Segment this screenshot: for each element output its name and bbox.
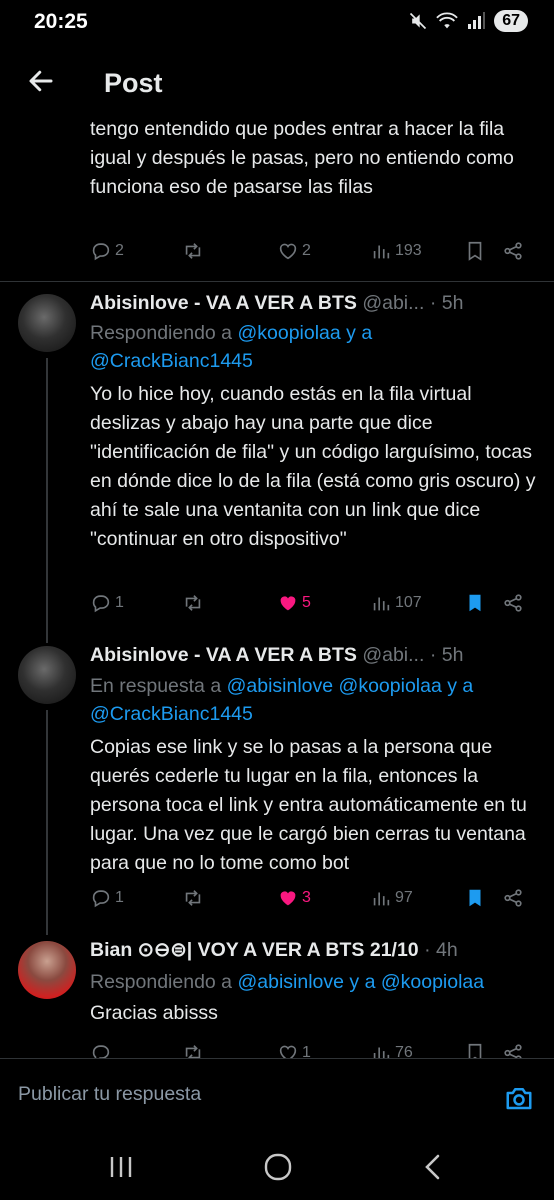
camera-icon[interactable] bbox=[504, 1083, 534, 1113]
tweet-text: Copias ese link y se lo pasas a la perso… bbox=[90, 736, 527, 874]
share-button[interactable] bbox=[502, 592, 524, 614]
signal-icon bbox=[468, 12, 486, 29]
like-button[interactable]: 3 bbox=[277, 887, 311, 909]
share-button[interactable] bbox=[502, 240, 524, 262]
reply-icon bbox=[92, 890, 110, 908]
views-button[interactable]: 97 bbox=[370, 887, 413, 909]
share-icon bbox=[504, 889, 522, 907]
repost-icon bbox=[185, 890, 201, 906]
repost-button[interactable] bbox=[182, 240, 204, 262]
avatar[interactable] bbox=[18, 941, 76, 999]
views-icon bbox=[373, 892, 390, 906]
reply-context: Respondiendo a @koopiolaa y a @CrackBian… bbox=[90, 319, 530, 375]
reply-input[interactable]: Publicar tu respuesta bbox=[18, 1083, 201, 1106]
tweet-text: Yo lo hice hoy, cuando estás en la fila … bbox=[90, 383, 536, 550]
tweet-author-line: Abisinlove - VA A VER A BTS @abi... · 5h bbox=[90, 642, 530, 668]
battery-indicator: 67 bbox=[494, 10, 528, 32]
share-icon bbox=[504, 242, 522, 260]
tweet-author-line: Bian ⊙⊖⊜| VOY A VER A BTS 21/10 · 4h bbox=[90, 937, 530, 963]
system-navigation-bar bbox=[0, 1134, 554, 1200]
avatar[interactable] bbox=[18, 646, 76, 704]
author-handle: @abi... bbox=[362, 644, 425, 666]
reply-count: 1 bbox=[115, 594, 124, 611]
heart-filled-icon bbox=[280, 596, 296, 611]
views-button[interactable]: 193 bbox=[370, 240, 422, 262]
tweet-actions: 1 5 107 bbox=[90, 592, 530, 620]
reply-icon bbox=[92, 595, 110, 613]
status-icons: 67 bbox=[408, 10, 528, 32]
tweet-author-line: Abisinlove - VA A VER A BTS @abi... · 5h bbox=[90, 290, 530, 316]
bookmark-filled-icon bbox=[469, 889, 481, 907]
share-button[interactable] bbox=[502, 887, 524, 909]
top-app-bar: Post bbox=[0, 50, 554, 116]
author-name[interactable]: Abisinlove - VA A VER A BTS bbox=[90, 292, 357, 314]
reply-count: 2 bbox=[115, 242, 124, 259]
tweet-actions: 2 2 193 bbox=[90, 240, 530, 268]
tweet-actions: 1 3 97 bbox=[90, 887, 530, 915]
reply-prefix: En respuesta a bbox=[90, 675, 222, 697]
views-count: 97 bbox=[395, 889, 413, 906]
reply-context: En respuesta a @abisinlove @koopiolaa y … bbox=[90, 672, 530, 728]
reply-prefix: Respondiendo a bbox=[90, 971, 233, 993]
wifi-icon bbox=[436, 12, 458, 29]
reply-mentions[interactable]: @abisinlove y a @koopiolaa bbox=[237, 971, 484, 993]
views-button[interactable]: 107 bbox=[370, 592, 422, 614]
repost-icon bbox=[185, 243, 201, 259]
reply-composer-bar: Publicar tu respuesta bbox=[0, 1058, 554, 1135]
reply-button[interactable]: 1 bbox=[90, 592, 124, 614]
share-icon bbox=[504, 594, 522, 612]
repost-button[interactable] bbox=[182, 887, 204, 909]
thread-line bbox=[46, 710, 48, 935]
like-count: 2 bbox=[302, 242, 311, 259]
bookmark-icon bbox=[468, 241, 482, 261]
views-count: 193 bbox=[395, 242, 422, 259]
tweet-text: Gracias abisss bbox=[90, 1002, 218, 1024]
reply-count: 1 bbox=[115, 889, 124, 906]
heart-icon bbox=[279, 243, 297, 260]
mute-icon bbox=[410, 12, 427, 30]
repost-icon bbox=[185, 595, 201, 611]
status-time: 20:25 bbox=[34, 10, 88, 33]
like-count: 3 bbox=[302, 889, 311, 906]
repost-button[interactable] bbox=[182, 592, 204, 614]
tweet-time: · 5h bbox=[429, 644, 464, 666]
tweet-text: tengo entendido que podes entrar a hacer… bbox=[90, 118, 514, 198]
like-count: 5 bbox=[302, 594, 311, 611]
recent-apps-icon[interactable] bbox=[108, 1154, 136, 1180]
like-button[interactable]: 5 bbox=[277, 592, 311, 614]
bookmark-button[interactable] bbox=[464, 887, 486, 909]
author-name[interactable]: Bian ⊙⊖⊜| VOY A VER A BTS 21/10 bbox=[90, 939, 419, 961]
reply-context: Respondiendo a @abisinlove y a @koopiola… bbox=[90, 968, 540, 996]
thread-line bbox=[46, 358, 48, 643]
bookmark-button[interactable] bbox=[464, 592, 486, 614]
bookmark-button[interactable] bbox=[464, 240, 486, 262]
like-button[interactable]: 2 bbox=[277, 240, 311, 262]
bookmark-filled-icon bbox=[469, 594, 481, 612]
views-icon bbox=[373, 245, 390, 259]
back-arrow-icon[interactable] bbox=[26, 66, 56, 96]
status-bar: 20:25 67 bbox=[0, 0, 554, 46]
author-handle: @abi... bbox=[362, 292, 425, 314]
views-icon bbox=[373, 597, 390, 611]
reply-prefix: Respondiendo a bbox=[90, 322, 233, 344]
tweet-time: · 5h bbox=[429, 292, 464, 314]
back-nav-icon[interactable] bbox=[422, 1152, 444, 1182]
reply-button[interactable]: 2 bbox=[90, 240, 124, 262]
avatar[interactable] bbox=[18, 294, 76, 352]
home-icon[interactable] bbox=[263, 1152, 293, 1182]
reply-icon bbox=[92, 243, 110, 261]
tweet-time: · 4h bbox=[424, 939, 458, 961]
reply-button[interactable]: 1 bbox=[90, 887, 124, 909]
page-title: Post bbox=[104, 68, 163, 98]
author-name[interactable]: Abisinlove - VA A VER A BTS bbox=[90, 644, 357, 666]
divider bbox=[0, 281, 554, 282]
views-count: 107 bbox=[395, 594, 422, 611]
heart-filled-icon bbox=[280, 891, 296, 906]
